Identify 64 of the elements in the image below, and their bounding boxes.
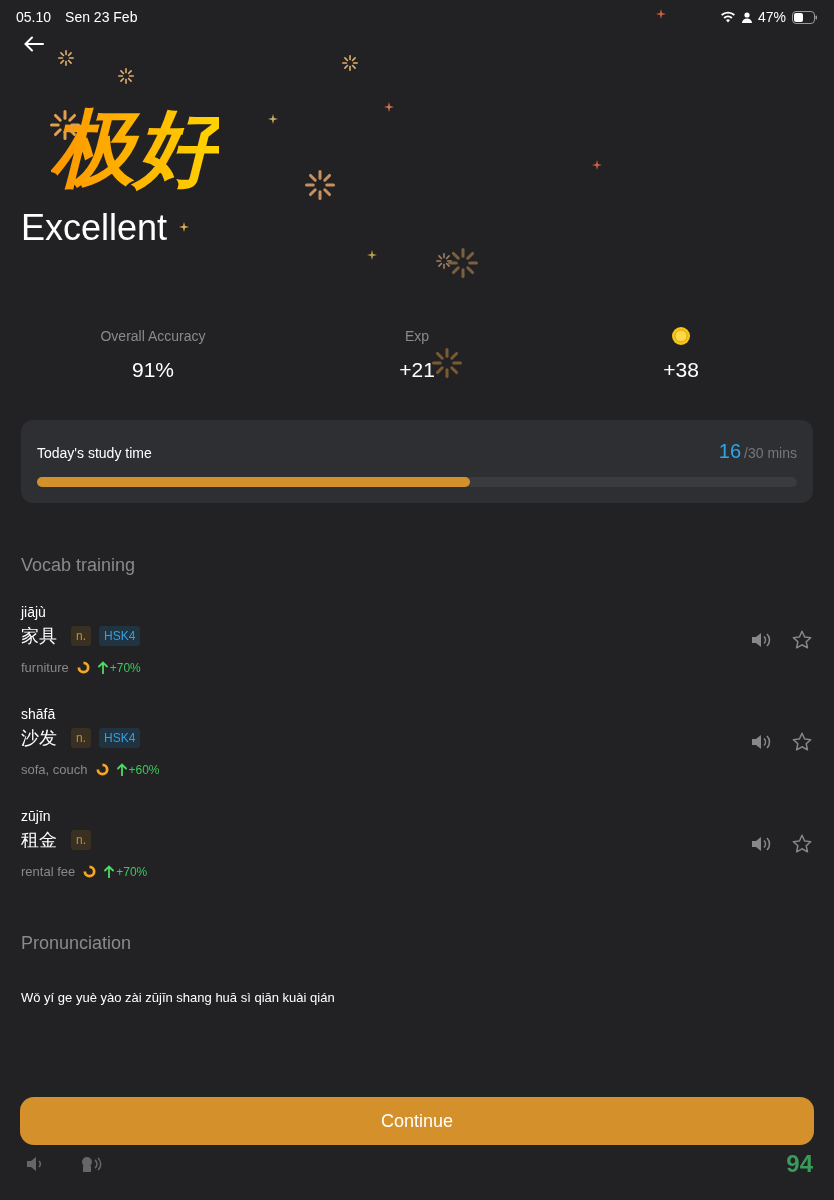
- chinese-word: 沙发: [21, 727, 57, 750]
- sparkle-icon: [118, 68, 134, 84]
- sparkle-icon: [342, 55, 358, 71]
- pinyin: zūjīn: [21, 808, 51, 824]
- study-goal: /30 mins: [744, 445, 797, 461]
- chinese-word: 家具: [21, 625, 57, 648]
- chinese-word: 租金: [21, 829, 57, 852]
- progress-ring-icon: [83, 865, 97, 878]
- sparkle-icon: [367, 250, 377, 260]
- sparkle-icon: [268, 114, 278, 124]
- stat-value: 91%: [132, 358, 174, 382]
- speaker-button[interactable]: [751, 630, 771, 649]
- status-time: 05.10: [16, 9, 52, 25]
- pinyin: jiājù: [21, 604, 46, 620]
- pinyin-sentence: Wǒ yí ge yuè yào zài zūjīn shang huā sì qiān kuài qián: [21, 990, 335, 1005]
- accuracy-change: +60%: [128, 762, 160, 777]
- arrow-up-icon: [104, 865, 115, 878]
- sparkle-icon: [305, 170, 335, 200]
- back-button[interactable]: [22, 34, 46, 54]
- pronunciation-score: 94: [786, 1150, 813, 1178]
- coin-icon: [671, 326, 691, 346]
- stat-value: +38: [663, 358, 699, 382]
- pinyin: shāfā: [21, 706, 56, 722]
- arrow-up-icon: [116, 763, 127, 776]
- status-date: Sen 23 Feb: [65, 9, 138, 25]
- word-meaning: rental fee: [21, 864, 76, 879]
- continue-button[interactable]: Continue: [20, 1097, 814, 1145]
- sparkle-icon: [58, 50, 74, 66]
- stat-value: +21: [399, 358, 435, 382]
- progress-ring-icon: [76, 661, 90, 674]
- study-time-label: Today's study time: [37, 445, 153, 461]
- star-button[interactable]: [791, 628, 813, 651]
- sparkle-icon: [384, 102, 394, 112]
- speaker-button[interactable]: [751, 732, 771, 751]
- stat-label: Overall Accuracy: [100, 328, 206, 344]
- star-button[interactable]: [791, 832, 813, 855]
- word-meaning: furniture: [21, 660, 69, 675]
- wifi-icon: [719, 11, 736, 23]
- tag: n.: [71, 830, 91, 850]
- tag: HSK4: [99, 728, 141, 748]
- star-button[interactable]: [791, 730, 813, 753]
- progress-ring-icon: [95, 763, 109, 776]
- sparkle-icon: [50, 110, 80, 140]
- arrow-up-icon: [97, 661, 108, 674]
- word-meaning: sofa, couch: [21, 762, 88, 777]
- study-minutes: 16: [718, 440, 742, 463]
- person-icon: [741, 11, 752, 23]
- battery-percent: 47%: [757, 9, 786, 25]
- tag: n.: [71, 728, 91, 748]
- accuracy-change: +70%: [116, 864, 148, 879]
- tag: n.: [71, 626, 91, 646]
- result-headline: Excellent: [21, 206, 168, 250]
- accuracy-change: +70%: [109, 660, 141, 675]
- speaker-button[interactable]: [751, 834, 771, 853]
- tag: HSK4: [99, 626, 141, 646]
- sparkle-icon: [592, 160, 602, 170]
- section-title: Pronunciation: [21, 933, 132, 954]
- sparkle-icon: [656, 9, 666, 19]
- sparkle-icon: [179, 222, 189, 232]
- stat-label: Exp: [404, 328, 430, 344]
- battery-icon: [792, 10, 818, 24]
- voice-icon: [80, 1155, 102, 1173]
- sparkle-icon: [432, 348, 462, 378]
- section-title: Vocab training: [21, 555, 136, 576]
